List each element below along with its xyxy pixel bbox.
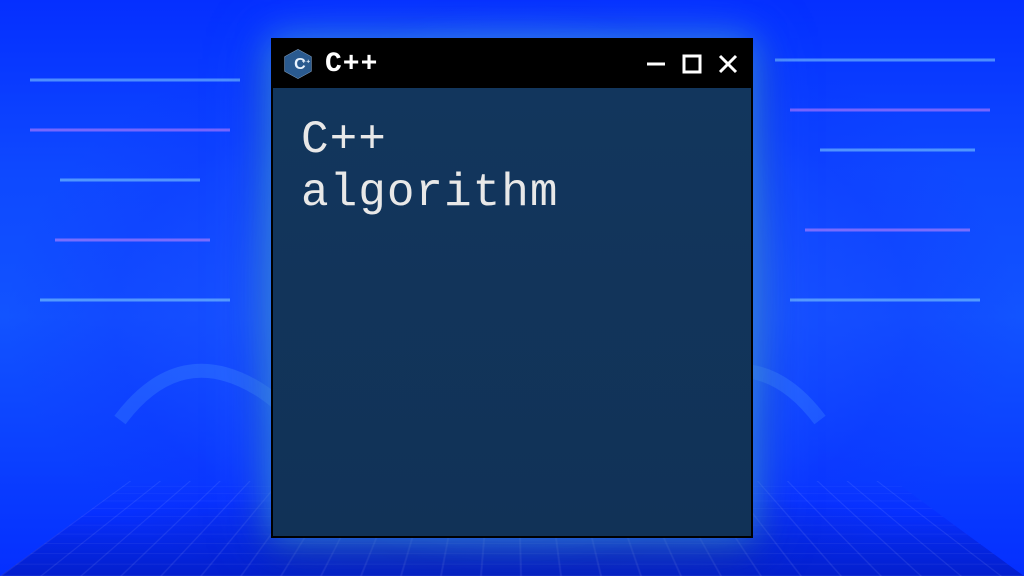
content-line-1: C++ (301, 114, 387, 166)
titlebar[interactable]: C + + C++ (273, 40, 751, 88)
minimize-icon (645, 53, 667, 75)
terminal-content: C++ algorithm (273, 88, 751, 536)
cpp-hex-icon: C + + (281, 47, 315, 81)
window-title: C++ (325, 49, 378, 80)
content-line-2: algorithm (301, 167, 558, 219)
terminal-window: C + + C++ (271, 38, 753, 538)
svg-text:+: + (302, 58, 306, 65)
maximize-button[interactable] (679, 51, 705, 77)
maximize-icon (681, 53, 703, 75)
close-icon (717, 53, 739, 75)
minimize-button[interactable] (643, 51, 669, 77)
window-controls (643, 51, 741, 77)
svg-text:+: + (306, 58, 310, 65)
close-button[interactable] (715, 51, 741, 77)
